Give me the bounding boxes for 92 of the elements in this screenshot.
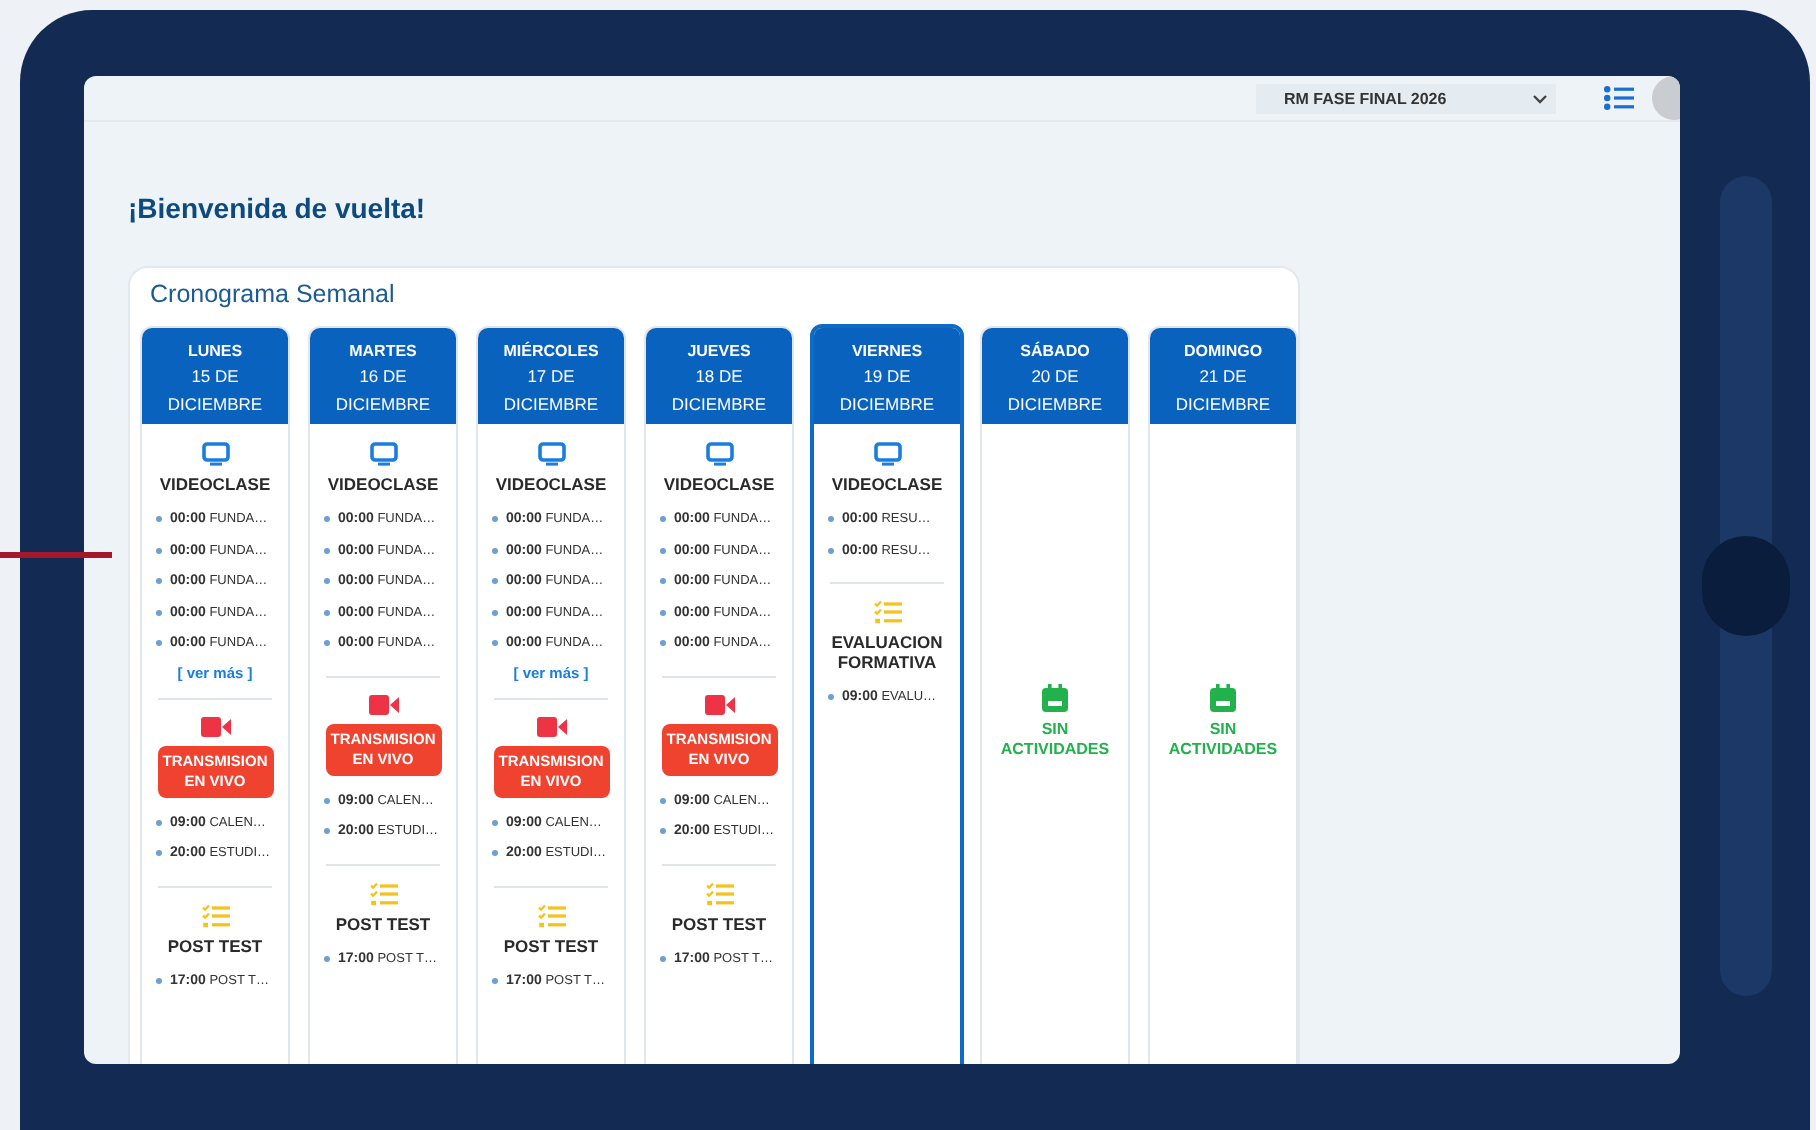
monitor-icon <box>369 442 397 466</box>
bullet-icon <box>324 828 330 835</box>
bullet-icon <box>492 547 498 554</box>
bullet-icon <box>828 694 834 701</box>
bullet-icon <box>324 578 330 585</box>
bullet-icon <box>660 955 666 962</box>
monitor-icon <box>873 442 901 466</box>
video-camera-icon <box>367 693 399 715</box>
bullet-icon <box>324 640 330 647</box>
date-label: 21 DE <box>1197 364 1249 390</box>
weekday-label: JUEVES <box>685 340 753 364</box>
weekday-label: SÁBADO <box>1018 339 1092 364</box>
bullet-icon <box>324 547 330 554</box>
bullet-icon <box>156 609 162 616</box>
section-title: VIDEOCLASE <box>327 474 439 494</box>
bullet-icon <box>492 640 498 647</box>
video-camera-icon <box>535 715 567 737</box>
date-label: 15 DE <box>189 364 241 390</box>
section-title: POST TEST <box>503 935 599 955</box>
section-title: VIDEOCLASE <box>831 474 943 494</box>
checklist-icon <box>705 881 733 905</box>
bullet-icon <box>660 828 666 835</box>
bullet-icon <box>156 819 162 826</box>
date-label: 18 DE <box>693 364 745 390</box>
weekday-label: VIERNES <box>849 340 925 364</box>
bullet-icon <box>492 819 498 826</box>
leader-line <box>0 552 112 558</box>
empty-message: SIN ACTIVIDADES <box>1166 720 1280 760</box>
date-label: 17 DE <box>525 364 577 390</box>
card-title: Cronograma Semanal <box>150 280 397 308</box>
bullet-icon <box>492 850 498 857</box>
checklist-icon <box>369 881 397 905</box>
calendar-icon <box>1042 684 1068 712</box>
calendar-icon <box>1210 684 1236 712</box>
month-label: DICIEMBRE <box>501 391 601 417</box>
checklist-icon <box>201 903 229 927</box>
day-column[interactable]: SÁBADO 20 DE DICIEMBRE SIN ACTIVIDADES <box>980 326 1130 1064</box>
section-title: POST TEST <box>167 935 263 955</box>
month-label: DICIEMBRE <box>333 391 433 417</box>
month-label: DICIEMBRE <box>165 391 265 417</box>
monitor-icon <box>201 442 229 466</box>
program-select[interactable]: RM FASE FINAL 2026 <box>1256 83 1556 113</box>
day-column[interactable]: DOMINGO 21 DE DICIEMBRE SIN ACTIVIDADES <box>1148 326 1298 1064</box>
video-camera-icon <box>199 715 231 737</box>
section-title: VIDEOCLASE <box>495 474 607 494</box>
welcome-heading: ¡Bienvenida de vuelta! <box>128 192 428 224</box>
empty-message: SIN ACTIVIDADES <box>998 720 1112 760</box>
section-title: VIDEOCLASE <box>663 474 775 494</box>
monitor-icon <box>705 442 733 466</box>
section-title: POST TEST <box>671 913 767 933</box>
section-title: VIDEOCLASE <box>159 474 271 494</box>
month-label: DICIEMBRE <box>1173 391 1273 417</box>
date-label: 16 DE <box>357 364 409 390</box>
bullet-icon <box>156 516 162 523</box>
bullet-icon <box>660 578 666 585</box>
bullet-icon <box>492 609 498 616</box>
bullet-icon <box>492 516 498 523</box>
bullet-icon <box>660 797 666 804</box>
date-label: 19 DE <box>861 364 913 390</box>
bullet-icon <box>156 578 162 585</box>
bullet-icon <box>156 977 162 984</box>
section-title: POST TEST <box>335 913 431 933</box>
bullet-icon <box>324 797 330 804</box>
bullet-icon <box>660 516 666 523</box>
list-icon[interactable] <box>1604 86 1634 110</box>
bullet-icon <box>660 640 666 647</box>
bullet-icon <box>324 609 330 616</box>
weekday-label: MARTES <box>347 340 419 364</box>
monitor-icon <box>537 442 565 466</box>
checklist-icon <box>873 600 901 624</box>
bullet-icon <box>660 609 666 616</box>
bullet-icon <box>156 547 162 554</box>
bullet-icon <box>156 640 162 647</box>
bullet-icon <box>492 977 498 984</box>
bullet-icon <box>492 578 498 585</box>
month-label: DICIEMBRE <box>669 391 769 417</box>
bullet-icon <box>324 955 330 962</box>
bullet-icon <box>828 547 834 554</box>
bullet-icon <box>324 516 330 523</box>
date-label: 20 DE <box>1029 364 1081 390</box>
checklist-icon <box>537 903 565 927</box>
section-title: EVALUACION FORMATIVA <box>829 632 945 672</box>
bullet-icon <box>660 547 666 554</box>
weekday-label: MIÉRCOLES <box>501 339 601 364</box>
weekday-label: DOMINGO <box>1181 340 1265 364</box>
bullet-icon <box>828 516 834 523</box>
weekday-label: LUNES <box>185 340 245 364</box>
month-label: DICIEMBRE <box>837 391 937 417</box>
caret-icon <box>1532 93 1548 103</box>
video-camera-icon <box>703 693 735 715</box>
month-label: DICIEMBRE <box>1005 391 1105 417</box>
bullet-icon <box>156 850 162 857</box>
